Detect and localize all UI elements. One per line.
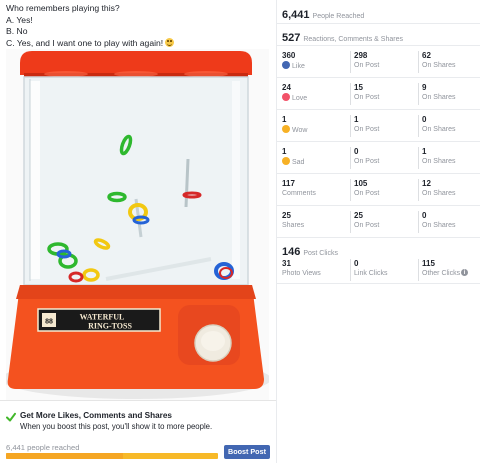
boost-description: When you boost this post, you'll show it… xyxy=(20,422,213,431)
engagement-block: 527 Reactions, Comments & Shares xyxy=(277,24,480,46)
post-line-option-c: C. Yes, and I want one to play with agai… xyxy=(6,37,270,50)
other-clicks-value: 115 xyxy=(422,259,435,268)
on-post-label: On Post xyxy=(354,158,380,165)
people-reached-caption: People Reached xyxy=(312,13,365,20)
shares-on-post: 25 xyxy=(354,211,363,220)
shares-total: 25 xyxy=(282,211,291,220)
post-line-option-b: B. No xyxy=(6,26,28,36)
post-photo[interactable]: 88 WATERFUL RING-TOSS xyxy=(6,49,269,400)
sad-reaction-icon xyxy=(282,157,290,165)
sad-total: 1 xyxy=(282,147,287,156)
engagement-value: 527 xyxy=(282,32,301,44)
post-line-option-a: A. Yes! xyxy=(6,14,33,25)
comments-on-shares: 12 xyxy=(422,179,431,188)
comments-row: 117 Comments 105 On Post 12 On Shares xyxy=(277,174,480,206)
boost-title: Get More Likes, Comments and Shares xyxy=(20,411,172,420)
like-on-shares: 62 xyxy=(422,51,431,60)
sad-on-post: 0 xyxy=(354,147,359,156)
love-on-post: 15 xyxy=(354,83,363,92)
on-shares-label: On Shares xyxy=(422,126,456,133)
link-clicks-label: Link Clicks xyxy=(354,270,388,277)
boost-section: Get More Likes, Comments and Shares When… xyxy=(0,400,276,463)
on-post-label: On Post xyxy=(354,190,380,197)
on-shares-label: On Shares xyxy=(422,190,456,197)
on-post-label: On Post xyxy=(354,62,380,69)
sad-on-shares: 1 xyxy=(422,147,427,156)
on-shares-label: On Shares xyxy=(422,158,456,165)
on-post-label: On Post xyxy=(354,222,380,229)
water-ring-toss-illustration: 88 WATERFUL RING-TOSS xyxy=(6,49,269,400)
love-on-shares: 9 xyxy=(422,83,427,92)
sad-label: Sad xyxy=(292,159,305,166)
comments-total: 117 xyxy=(282,179,295,188)
love-label: Love xyxy=(292,95,308,102)
on-post-label: On Post xyxy=(354,94,380,101)
clicks-row: 31 Photo Views 0 Link Clicks 115 Other Clic… xyxy=(277,254,480,284)
love-total: 24 xyxy=(282,83,291,92)
people-reached-value: 6,441 xyxy=(282,9,310,21)
comments-label: Comments xyxy=(282,190,316,197)
comments-on-post: 105 xyxy=(354,179,368,188)
like-reaction-icon xyxy=(282,61,290,69)
checkmark-icon xyxy=(6,412,16,422)
shares-row: 25 Shares 25 On Post 0 On Shares xyxy=(277,206,480,238)
shares-on-shares: 0 xyxy=(422,211,427,220)
svg-text:88: 88 xyxy=(45,319,53,326)
smiley-emoji-icon xyxy=(165,37,175,47)
reach-progress-fill xyxy=(6,453,123,459)
wow-on-post: 1 xyxy=(354,115,359,124)
post-text: Who remembers playing this? A. Yes! B. N… xyxy=(0,0,276,49)
people-reached-block: 6,441 People Reached xyxy=(277,0,480,24)
wow-row: 1 Wow 1 On Post 0 On Shares xyxy=(277,110,480,142)
wow-total: 1 xyxy=(282,115,287,124)
post-line-question: Who remembers playing this? xyxy=(6,3,120,13)
on-shares-label: On Shares xyxy=(422,94,456,101)
post-card: Who remembers playing this? A. Yes! B. N… xyxy=(0,0,276,463)
on-post-label: On Post xyxy=(354,126,380,133)
shares-label: Shares xyxy=(282,222,305,229)
love-row: 24 Love 15 On Post 9 On Shares xyxy=(277,78,480,110)
wow-reaction-icon xyxy=(282,125,290,133)
wow-on-shares: 0 xyxy=(422,115,427,124)
on-shares-label: On Shares xyxy=(422,222,456,229)
brand-line-1: WATERFUL xyxy=(80,313,125,322)
option-c-text: C. Yes, and I want one to play with agai… xyxy=(6,37,164,48)
photo-views-label: Photo Views xyxy=(282,270,321,277)
peg-right xyxy=(184,158,190,208)
like-total: 360 xyxy=(282,51,296,60)
other-clicks-label: Other Clicks xyxy=(422,270,461,277)
love-reaction-icon xyxy=(282,93,290,101)
info-icon[interactable] xyxy=(461,268,469,278)
engagement-caption: Reactions, Comments & Shares xyxy=(303,36,403,43)
boost-post-button[interactable]: Boost Post xyxy=(224,445,270,459)
photo-views-value: 31 xyxy=(282,259,291,268)
on-shares-label: On Shares xyxy=(422,62,456,69)
wow-label: Wow xyxy=(292,127,308,134)
like-label: Like xyxy=(292,63,305,70)
like-on-post: 298 xyxy=(354,51,368,60)
insights-panel: 6,441 People Reached 527 Reactions, Commen… xyxy=(276,0,480,463)
like-row: 360 Like 298 On Post 62 On Shares xyxy=(277,46,480,78)
reach-progress-bar xyxy=(6,453,218,459)
link-clicks-value: 0 xyxy=(354,259,359,268)
brand-line-2: RING-TOSS xyxy=(88,322,132,331)
sad-row: 1 Sad 0 On Post 1 On Shares xyxy=(277,142,480,174)
people-reached-label: 6,441 people reached xyxy=(6,443,80,452)
